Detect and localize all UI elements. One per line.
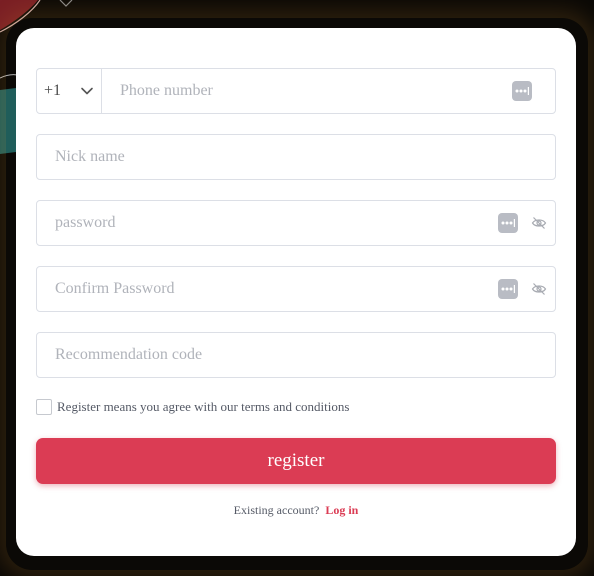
nickname-field xyxy=(36,134,556,180)
password-manager-dots-icon[interactable] xyxy=(498,213,518,233)
country-code-select[interactable]: +1 xyxy=(37,69,102,113)
chevron-down-icon xyxy=(81,87,93,95)
eye-off-icon[interactable] xyxy=(531,215,547,231)
nickname-input[interactable] xyxy=(55,135,535,179)
recommendation-code-input[interactable] xyxy=(55,333,535,377)
password-manager-dots-icon[interactable] xyxy=(498,279,518,299)
phone-input[interactable] xyxy=(120,69,500,113)
confirm-password-input[interactable] xyxy=(55,267,475,311)
register-card: +1 Phone number Nick name Recommendation… xyxy=(16,28,576,556)
password-input[interactable] xyxy=(55,201,475,245)
confirm-password-field xyxy=(36,266,556,312)
register-button[interactable]: register xyxy=(36,438,556,484)
eye-off-icon[interactable] xyxy=(531,281,547,297)
password-field xyxy=(36,200,556,246)
login-prompt: Existing account? Log in xyxy=(16,502,576,518)
recommendation-code-field xyxy=(36,332,556,378)
existing-account-text: Existing account? xyxy=(233,503,320,517)
phone-field: +1 xyxy=(36,68,556,114)
terms-checkbox[interactable] xyxy=(36,399,52,415)
password-manager-dots-icon[interactable] xyxy=(512,81,532,101)
login-link[interactable]: Log in xyxy=(325,503,358,517)
terms-label: Register means you agree with our terms … xyxy=(57,399,350,414)
country-code-value: +1 xyxy=(44,82,62,99)
